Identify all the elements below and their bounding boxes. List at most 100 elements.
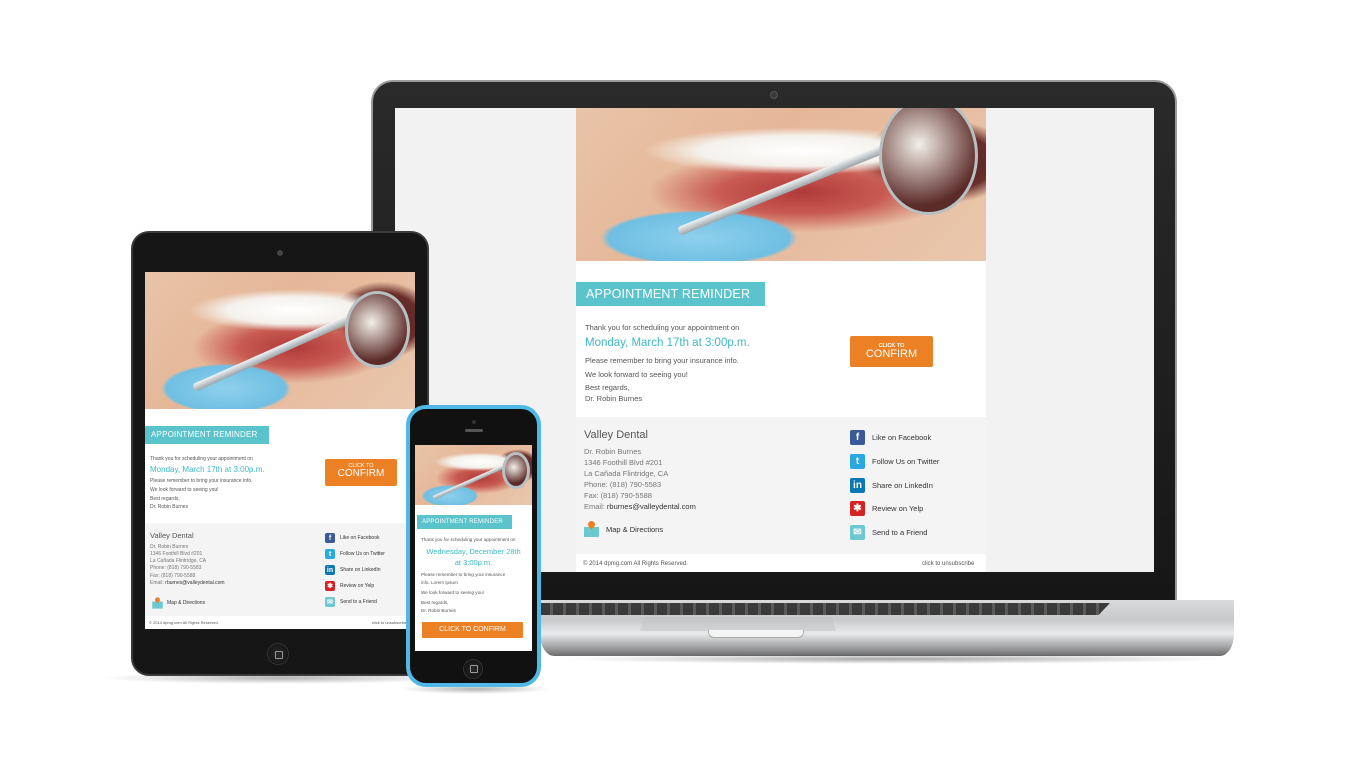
appointment-date-line2: at 3:00p.m. <box>454 558 493 567</box>
social-label: Follow Us on Twitter <box>872 457 940 466</box>
dental-hero-image <box>576 108 986 261</box>
unsubscribe-link[interactable]: click to unsubscribe <box>922 561 974 567</box>
linkedin-icon: in <box>325 565 335 575</box>
send-to-friend-link[interactable]: ✉ Send to a Friend <box>850 525 927 540</box>
social-label: Review on Yelp <box>872 504 924 513</box>
mail-icon: ✉ <box>850 525 865 540</box>
map-directions-label: Map & Directions <box>167 600 206 606</box>
social-yelp-link[interactable]: ✱ Review on Yelp <box>325 581 374 591</box>
address-line2: La Cañada Flintridge, CA <box>150 558 207 564</box>
sign-off: Best regards, <box>421 600 449 605</box>
yelp-icon: ✱ <box>850 501 865 516</box>
phone-email: APPOINTMENT REMINDER Thank you for sched… <box>415 445 532 651</box>
appointment-datetime: Monday, March 17th at 3:00p.m. <box>150 465 265 474</box>
map-directions-label: Map & Directions <box>606 524 664 534</box>
social-facebook-link[interactable]: f Like on Facebook <box>850 430 931 445</box>
doctor-signature: Dr. Robin Burnes <box>150 504 189 510</box>
laptop-shadow <box>560 654 1230 664</box>
footer-doctor: Dr. Robin Burnes <box>584 447 642 456</box>
laptop-keyboard <box>540 603 1110 615</box>
doctor-signature: Dr. Robin Burnes <box>421 608 456 613</box>
confirm-button[interactable]: CLICK TO CONFIRM <box>325 459 397 486</box>
look-forward-text: We look forward to seeing you! <box>585 370 688 379</box>
appointment-reminder-tag: APPOINTMENT REMINDER <box>417 515 512 529</box>
tablet-camera <box>277 250 283 256</box>
email-link[interactable]: rburnes@valleydental.com <box>607 502 696 511</box>
tablet-home-button[interactable] <box>267 643 289 665</box>
laptop-camera <box>770 91 778 99</box>
email-link[interactable]: rburnes@valleydental.com <box>165 580 224 586</box>
map-directions-link[interactable]: Map & Directions <box>584 519 664 537</box>
social-label: Send to a Friend <box>340 599 377 605</box>
social-yelp-link[interactable]: ✱ Review on Yelp <box>850 501 923 516</box>
phone-home-button[interactable] <box>463 659 483 679</box>
tablet-email: APPOINTMENT REMINDER Thank you for sched… <box>145 272 415 629</box>
social-label: Send to a Friend <box>872 528 928 537</box>
confirm-button-label: CONFIRM <box>337 468 385 479</box>
email-label: Email: <box>584 502 607 511</box>
email-footer: Valley Dental Dr. Robin Burnes 1346 Foot… <box>576 417 986 554</box>
map-pin-icon <box>152 596 163 609</box>
intro-text: Thank you for scheduling your appointmen… <box>421 537 516 542</box>
phone-speaker <box>465 429 483 432</box>
mail-icon: ✉ <box>325 597 335 607</box>
confirm-button[interactable]: CLICK TO CONFIRM <box>422 622 523 638</box>
look-forward-text: We look forward to seeing you! <box>421 590 484 595</box>
social-facebook-link[interactable]: f Like on Facebook <box>325 533 379 543</box>
social-label: Follow Us on Twitter <box>340 551 385 557</box>
facebook-icon: f <box>850 430 865 445</box>
phone-number: Phone: (818) 790-5583 <box>150 565 202 571</box>
sign-off: Best regards, <box>585 383 630 392</box>
intro-text: Thank you for scheduling your appointmen… <box>585 323 740 332</box>
email-line: Email: rburnes@valleydental.com <box>584 502 696 511</box>
fax-number: Fax: (818) 790-5588 <box>150 573 196 579</box>
social-linkedin-link[interactable]: in Share on LinkedIn <box>850 478 933 493</box>
linkedin-icon: in <box>850 478 865 493</box>
dental-hero-image <box>145 272 415 409</box>
social-label: Share on LinkedIn <box>340 567 381 573</box>
appointment-reminder-tag: APPOINTMENT REMINDER <box>145 426 269 444</box>
doctor-signature: Dr. Robin Burnes <box>585 394 643 403</box>
social-label: Like on Facebook <box>340 535 380 541</box>
unsubscribe-link[interactable]: click to unsubscribe <box>372 620 407 625</box>
email-footer: Valley Dental Dr. Robin Burnes 1346 Foot… <box>145 523 415 616</box>
social-twitter-link[interactable]: t Follow Us on Twitter <box>325 549 385 559</box>
map-directions-link[interactable]: Map & Directions <box>150 595 205 611</box>
sign-off: Best regards, <box>150 496 180 502</box>
yelp-icon: ✱ <box>325 581 335 591</box>
practice-name: Valley Dental <box>150 531 194 540</box>
intro-text: Thank you for scheduling your appointmen… <box>150 456 253 462</box>
social-label: Like on Facebook <box>872 433 932 442</box>
address-line2: La Cañada Flintridge, CA <box>584 469 669 478</box>
social-label: Review on Yelp <box>340 583 375 589</box>
laptop-email: APPOINTMENT REMINDER Thank you for sched… <box>576 108 986 572</box>
look-forward-text: We look forward to seeing you! <box>150 487 219 493</box>
dental-hero-image <box>415 445 532 505</box>
insurance-note-line1: Please remember to bring your insurance <box>421 572 506 577</box>
social-label: Share on LinkedIn <box>872 481 933 490</box>
email-line: Email: rburnes@valleydental.com <box>150 580 225 586</box>
appointment-datetime: Monday, March 17th at 3:00p.m. <box>585 337 750 349</box>
laptop-lid-notch <box>708 630 804 638</box>
confirm-button-label: CONFIRM <box>865 348 918 360</box>
appointment-date-line1: Wednesday, December 28th <box>426 547 521 556</box>
twitter-icon: t <box>850 454 865 469</box>
twitter-icon: t <box>325 549 335 559</box>
appointment-reminder-tag: APPOINTMENT REMINDER <box>576 282 765 306</box>
facebook-icon: f <box>325 533 335 543</box>
laptop-trackpad <box>640 617 836 631</box>
map-pin-icon <box>584 519 599 537</box>
email-label: Email: <box>150 580 166 586</box>
social-linkedin-link[interactable]: in Share on LinkedIn <box>325 565 381 575</box>
phone-camera <box>472 420 476 424</box>
social-twitter-link[interactable]: t Follow Us on Twitter <box>850 454 939 469</box>
confirm-button[interactable]: CLICK TO CONFIRM <box>850 336 933 367</box>
fax-number: Fax: (818) 790-5588 <box>584 491 652 500</box>
copyright: © 2014 dpmg.com All Rights Reserved. <box>149 620 219 625</box>
copyright: © 2014 dpmg.com All Rights Reserved. <box>583 561 688 567</box>
practice-name: Valley Dental <box>584 429 648 441</box>
insurance-note: Please remember to bring your insurance … <box>150 478 253 484</box>
send-to-friend-link[interactable]: ✉ Send to a Friend <box>325 597 377 607</box>
phone-number: Phone: (818) 790-5583 <box>584 480 662 489</box>
insurance-note: Please remember to bring your insurance … <box>585 356 739 365</box>
